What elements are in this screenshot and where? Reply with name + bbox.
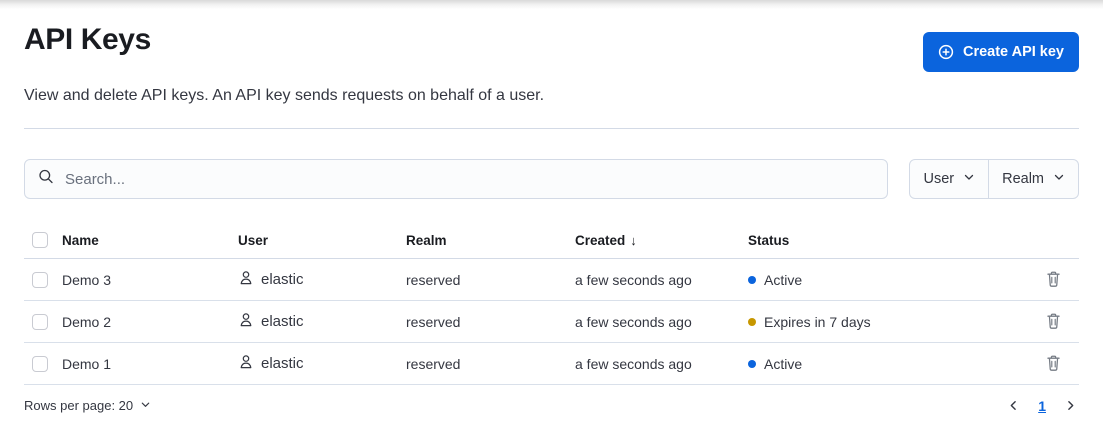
table-header-row: Name User Realm Created↓ Status xyxy=(24,226,1079,259)
search-box xyxy=(24,159,888,199)
chevron-down-icon xyxy=(1053,171,1065,187)
user-cell: elastic xyxy=(238,343,406,385)
delete-api-key-button[interactable] xyxy=(1043,353,1064,374)
row-checkbox[interactable] xyxy=(32,272,48,288)
select-all-checkbox[interactable] xyxy=(32,232,48,248)
chevron-right-icon xyxy=(1064,399,1077,412)
row-select-cell xyxy=(24,301,62,343)
table-footer: Rows per page: 20 1 xyxy=(24,397,1079,414)
delete-api-key-button[interactable] xyxy=(1043,311,1064,332)
filter-realm-label: Realm xyxy=(1002,171,1044,187)
rows-per-page-label: Rows per page: 20 xyxy=(24,398,133,413)
user-cell: elastic xyxy=(238,259,406,301)
table-body: Demo 3 elastic reserved a few seconds ag… xyxy=(24,259,1079,385)
row-checkbox[interactable] xyxy=(32,356,48,372)
user-icon xyxy=(238,354,254,374)
top-scroll-shadow xyxy=(0,0,1103,9)
rows-per-page-button[interactable]: Rows per page: 20 xyxy=(24,398,151,413)
table-row: Demo 2 elastic reserved a few seconds ag… xyxy=(24,301,1079,343)
create-api-key-button[interactable]: Create API key xyxy=(923,32,1079,72)
next-page-button[interactable] xyxy=(1062,397,1079,414)
created-cell: a few seconds ago xyxy=(575,259,748,301)
select-all-cell xyxy=(24,226,62,259)
name-cell: Demo 3 xyxy=(62,259,238,301)
user-icon xyxy=(238,312,254,332)
status-cell: Active xyxy=(748,259,1035,301)
trash-icon xyxy=(1045,313,1062,330)
realm-cell: reserved xyxy=(406,343,575,385)
name-cell: Demo 1 xyxy=(62,343,238,385)
row-checkbox[interactable] xyxy=(32,314,48,330)
realm-cell: reserved xyxy=(406,259,575,301)
search-toolbar: User Realm xyxy=(24,159,1079,199)
row-select-cell xyxy=(24,259,62,301)
status-cell: Active xyxy=(748,343,1035,385)
api-keys-page: API Keys Create API key View and delete … xyxy=(0,9,1103,414)
filter-user-label: User xyxy=(923,171,954,187)
page-header: API Keys Create API key xyxy=(24,9,1079,72)
search-icon xyxy=(38,169,54,190)
realm-cell: reserved xyxy=(406,301,575,343)
chevron-left-icon xyxy=(1007,399,1020,412)
search-input[interactable] xyxy=(25,160,887,198)
row-actions-cell xyxy=(1035,259,1079,301)
previous-page-button[interactable] xyxy=(1005,397,1022,414)
chevron-down-icon xyxy=(140,398,151,413)
pagination: 1 xyxy=(1005,397,1079,414)
user-icon xyxy=(238,270,254,290)
create-api-key-label: Create API key xyxy=(963,44,1064,60)
row-actions-cell xyxy=(1035,343,1079,385)
user-cell: elastic xyxy=(238,301,406,343)
delete-api-key-button[interactable] xyxy=(1043,269,1064,290)
api-keys-table: Name User Realm Created↓ Status Demo 3 xyxy=(24,226,1079,385)
status-cell: Expires in 7 days xyxy=(748,301,1035,343)
column-header-created[interactable]: Created↓ xyxy=(575,226,748,259)
row-select-cell xyxy=(24,343,62,385)
trash-icon xyxy=(1045,355,1062,372)
table-row: Demo 3 elastic reserved a few seconds ag… xyxy=(24,259,1079,301)
chevron-down-icon xyxy=(963,171,975,187)
column-header-realm[interactable]: Realm xyxy=(406,226,575,259)
sort-descending-icon: ↓ xyxy=(630,233,637,248)
column-header-user[interactable]: User xyxy=(238,226,406,259)
filter-realm-button[interactable]: Realm xyxy=(988,160,1078,198)
trash-icon xyxy=(1045,271,1062,288)
status-dot xyxy=(748,360,756,368)
column-header-name[interactable]: Name xyxy=(62,226,238,259)
page-title: API Keys xyxy=(24,23,151,57)
filter-group: User Realm xyxy=(909,159,1079,199)
page-subtitle: View and delete API keys. An API key sen… xyxy=(24,87,1079,105)
table-row: Demo 1 elastic reserved a few seconds ag… xyxy=(24,343,1079,385)
name-cell: Demo 2 xyxy=(62,301,238,343)
page-1-button[interactable]: 1 xyxy=(1036,398,1048,414)
column-header-actions xyxy=(1035,226,1079,259)
plus-in-circle-icon xyxy=(938,44,954,60)
status-dot xyxy=(748,276,756,284)
filter-user-button[interactable]: User xyxy=(910,160,988,198)
row-actions-cell xyxy=(1035,301,1079,343)
created-cell: a few seconds ago xyxy=(575,343,748,385)
created-cell: a few seconds ago xyxy=(575,301,748,343)
column-header-status[interactable]: Status xyxy=(748,226,1035,259)
status-dot xyxy=(748,318,756,326)
header-divider xyxy=(24,128,1079,129)
